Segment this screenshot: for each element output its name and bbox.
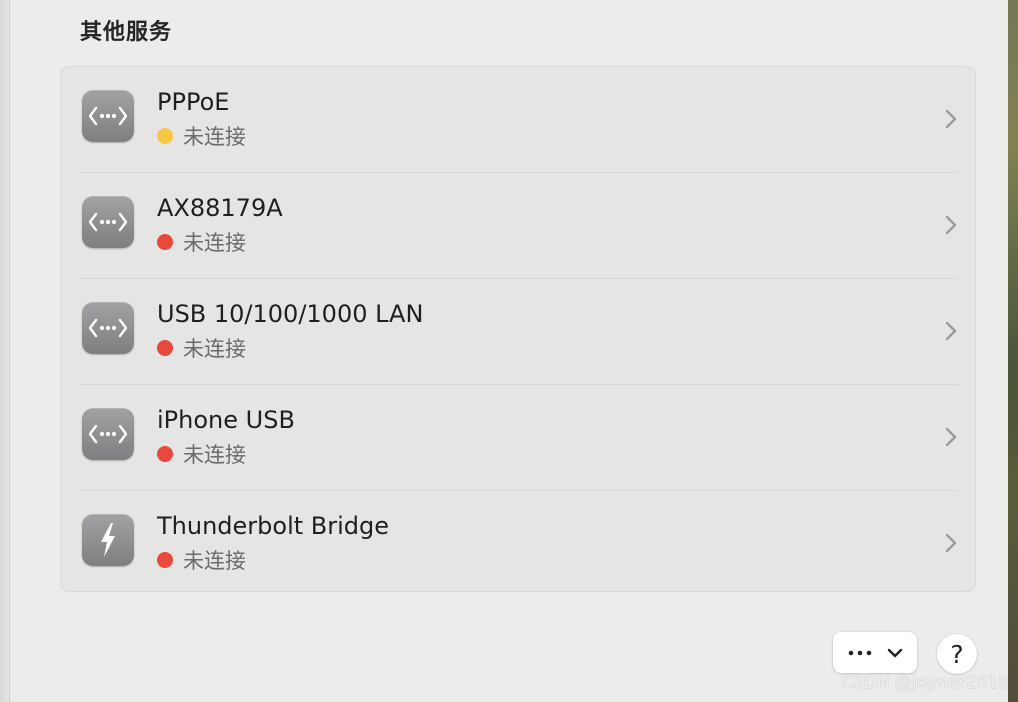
status-dot	[157, 128, 173, 144]
network-dots-icon	[82, 408, 134, 460]
chevron-right-icon	[945, 215, 957, 235]
service-status: 未连接	[157, 123, 246, 149]
service-row-pppoe[interactable]: PPPoE 未连接	[61, 67, 977, 173]
status-text: 未连接	[183, 125, 246, 149]
service-name: AX88179A	[157, 194, 283, 222]
chevron-right-icon	[945, 109, 957, 129]
section-title: 其他服务	[80, 20, 173, 45]
service-row-ax88179a[interactable]: AX88179A 未连接	[61, 173, 977, 279]
service-name: PPPoE	[157, 88, 230, 116]
chevron-right-icon	[945, 533, 957, 553]
status-text: 未连接	[183, 231, 246, 255]
help-button[interactable]: ?	[937, 634, 977, 674]
service-name: USB 10/100/1000 LAN	[157, 300, 424, 328]
thunderbolt-icon	[82, 514, 134, 566]
status-dot	[157, 446, 173, 462]
chevron-right-icon	[945, 321, 957, 341]
status-text: 未连接	[183, 443, 246, 467]
service-status: 未连接	[157, 547, 246, 573]
ellipsis-icon	[848, 650, 872, 655]
network-dots-icon	[82, 302, 134, 354]
chevron-right-icon	[945, 427, 957, 447]
desktop-background	[1008, 0, 1018, 702]
chevron-down-icon	[887, 648, 903, 657]
settings-pane: 其他服务 PPPoE 未连接 AX88179A 未连接 USB 10/100/1…	[10, 0, 1007, 702]
service-row-usb-lan[interactable]: USB 10/100/1000 LAN 未连接	[61, 279, 977, 385]
watermark: CSDN @Joyner2018	[841, 673, 1009, 693]
service-status: 未连接	[157, 441, 246, 467]
service-status: 未连接	[157, 335, 246, 361]
status-dot	[157, 234, 173, 250]
status-dot	[157, 552, 173, 568]
services-list: PPPoE 未连接 AX88179A 未连接 USB 10/100/1000 L…	[60, 66, 976, 592]
network-dots-icon	[82, 196, 134, 248]
service-name: iPhone USB	[157, 406, 295, 434]
status-text: 未连接	[183, 337, 246, 361]
service-row-thunderbolt-bridge[interactable]: Thunderbolt Bridge 未连接	[61, 491, 977, 591]
network-dots-icon	[82, 90, 134, 142]
status-text: 未连接	[183, 549, 246, 573]
service-row-iphone-usb[interactable]: iPhone USB 未连接	[61, 385, 977, 491]
status-dot	[157, 340, 173, 356]
more-actions-button[interactable]	[833, 632, 917, 673]
service-status: 未连接	[157, 229, 246, 255]
service-name: Thunderbolt Bridge	[157, 512, 390, 540]
window-left-edge	[0, 0, 10, 702]
